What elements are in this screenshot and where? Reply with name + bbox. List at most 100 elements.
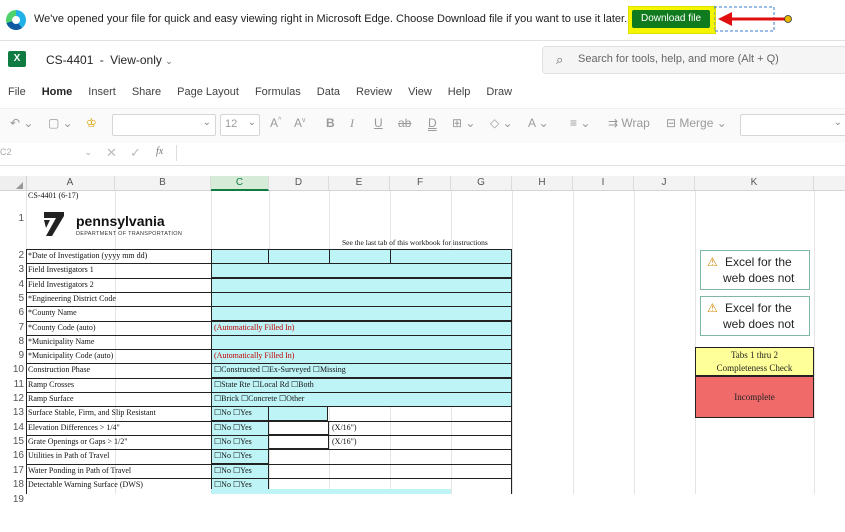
column-header-k[interactable]: K	[695, 176, 814, 190]
row-header-6[interactable]: 6	[0, 307, 26, 318]
row-header-10[interactable]: 10	[0, 364, 26, 375]
tab-formulas[interactable]: Formulas	[247, 82, 309, 106]
row-header-13[interactable]: 13	[0, 407, 26, 418]
select-all-corner[interactable]	[0, 176, 27, 190]
column-header-c[interactable]: C	[211, 176, 269, 191]
column-header-j[interactable]: J	[634, 176, 695, 190]
bold-icon[interactable]: B	[326, 116, 335, 130]
formula-bar	[0, 143, 845, 166]
row-header-14[interactable]: 14	[0, 422, 26, 433]
date-divider	[268, 249, 269, 263]
excel-app-icon: X	[8, 51, 26, 67]
double-underline-icon[interactable]: D	[428, 116, 437, 130]
tab-insert[interactable]: Insert	[80, 82, 124, 106]
tab-share[interactable]: Share	[124, 82, 169, 106]
row-header-15[interactable]: 15	[0, 436, 26, 447]
fx-icon[interactable]: fx	[156, 146, 163, 157]
undo-icon[interactable]: ↶ ⌄	[10, 116, 33, 130]
paste-icon[interactable]: ▢ ⌄	[48, 116, 73, 130]
row-header-19[interactable]: 19	[0, 494, 26, 505]
wrap-text-button[interactable]: ⇉ Wrap	[608, 116, 650, 130]
row-header-12[interactable]: 12	[0, 393, 26, 404]
column-header-g[interactable]: G	[451, 176, 512, 190]
cancel-icon[interactable]: ✕	[106, 145, 117, 161]
tab-help[interactable]: Help	[440, 82, 479, 106]
row-header-16[interactable]: 16	[0, 450, 26, 461]
column-header-h[interactable]: H	[512, 176, 573, 190]
font-color-icon[interactable]: A ⌄	[528, 116, 549, 130]
file-title[interactable]: CS-4401 - View-only ⌄	[46, 53, 173, 67]
search-input[interactable]: Search for tools, help, and more (Alt + …	[578, 53, 779, 65]
logo-subtext: DEPARTMENT OF TRANSPORTATION	[76, 231, 183, 237]
view-mode: View-only	[110, 53, 162, 67]
tab-view[interactable]: View	[400, 82, 440, 106]
row-header-17[interactable]: 17	[0, 465, 26, 476]
date-divider	[390, 249, 391, 263]
red-arrow-annotation-icon	[714, 6, 792, 32]
column-header-a[interactable]: A	[26, 176, 115, 190]
completeness-header-2: Completeness Check	[716, 363, 793, 373]
warning-line-2: web does not	[723, 317, 795, 331]
logo-text: pennsylvania	[76, 213, 165, 229]
grid-line	[573, 191, 574, 532]
underline-icon[interactable]: U	[374, 116, 383, 130]
completeness-header-1: Tabs 1 thru 2	[730, 350, 779, 360]
banner-message: We've opened your file for quick and eas…	[34, 13, 628, 25]
strikethrough-icon[interactable]: ab	[398, 116, 411, 130]
row-header-7[interactable]: 7	[0, 322, 26, 333]
row-header-5[interactable]: 5	[0, 293, 26, 304]
name-box[interactable]: C2 ⌄	[0, 147, 96, 161]
confirm-icon[interactable]: ✓	[130, 145, 141, 161]
fill-color-icon[interactable]: ◇ ⌄	[490, 116, 513, 130]
row-header-1[interactable]: 1	[0, 213, 26, 224]
warning-box: ⚠ Excel for the web does not	[700, 250, 810, 290]
grid-line	[814, 191, 815, 532]
tab-review[interactable]: Review	[348, 82, 400, 106]
increase-font-icon[interactable]: A^	[270, 116, 281, 130]
format-painter-icon[interactable]: ♔	[86, 116, 97, 130]
warning-line-2: web does not	[723, 271, 795, 285]
tab-draw[interactable]: Draw	[478, 82, 520, 106]
date-divider	[329, 249, 330, 263]
column-header-b[interactable]: B	[115, 176, 211, 190]
decrease-font-icon[interactable]: Av	[294, 116, 306, 130]
align-icon[interactable]: ≡ ⌄	[570, 116, 590, 130]
row-header-9[interactable]: 9	[0, 350, 26, 361]
cell-reference: C2	[0, 147, 12, 157]
row-header-2[interactable]: 2	[0, 250, 26, 261]
search-icon: ⌕	[556, 52, 564, 67]
column-header-d[interactable]: D	[269, 176, 329, 190]
font-size-select[interactable]: 12 ⌄	[220, 114, 260, 136]
number-format-select[interactable]: ⌄	[740, 114, 845, 136]
font-family-select[interactable]: ⌄	[112, 114, 216, 136]
row-header-3[interactable]: 3	[0, 264, 26, 275]
row-header-18[interactable]: 18	[0, 479, 26, 490]
row-header-8[interactable]: 8	[0, 336, 26, 347]
merge-button[interactable]: ⊟ Merge ⌄	[666, 116, 727, 130]
row-header-4[interactable]: 4	[0, 279, 26, 290]
borders-icon[interactable]: ⊞ ⌄	[452, 116, 475, 130]
title-separator: -	[99, 53, 104, 67]
warning-icon: ⚠	[707, 255, 718, 269]
tab-data[interactable]: Data	[309, 82, 348, 106]
tab-file[interactable]: File	[0, 82, 34, 106]
ribbon-tabs: File Home Insert Share Page Layout Formulas Da…	[0, 82, 520, 110]
italic-icon[interactable]: I	[350, 116, 354, 131]
column-header-f[interactable]: F	[390, 176, 451, 190]
wrap-label: Wrap	[621, 116, 650, 130]
completeness-status: Incomplete	[695, 376, 814, 418]
download-file-button[interactable]: Download file	[632, 10, 710, 28]
tab-page-layout[interactable]: Page Layout	[169, 82, 247, 106]
tab-home[interactable]: Home	[34, 82, 81, 110]
edge-logo-icon	[6, 10, 26, 30]
form-divider	[211, 249, 212, 494]
grid-line	[634, 191, 635, 532]
sheet-bottom-mask	[0, 494, 845, 532]
warning-icon: ⚠	[707, 301, 718, 315]
column-header-i[interactable]: I	[573, 176, 634, 190]
font-size-value: 12	[225, 118, 238, 130]
warning-line-1: Excel for the	[725, 255, 792, 269]
row-header-11[interactable]: 11	[0, 379, 26, 390]
column-header-e[interactable]: E	[329, 176, 390, 190]
grid-line	[512, 191, 513, 532]
